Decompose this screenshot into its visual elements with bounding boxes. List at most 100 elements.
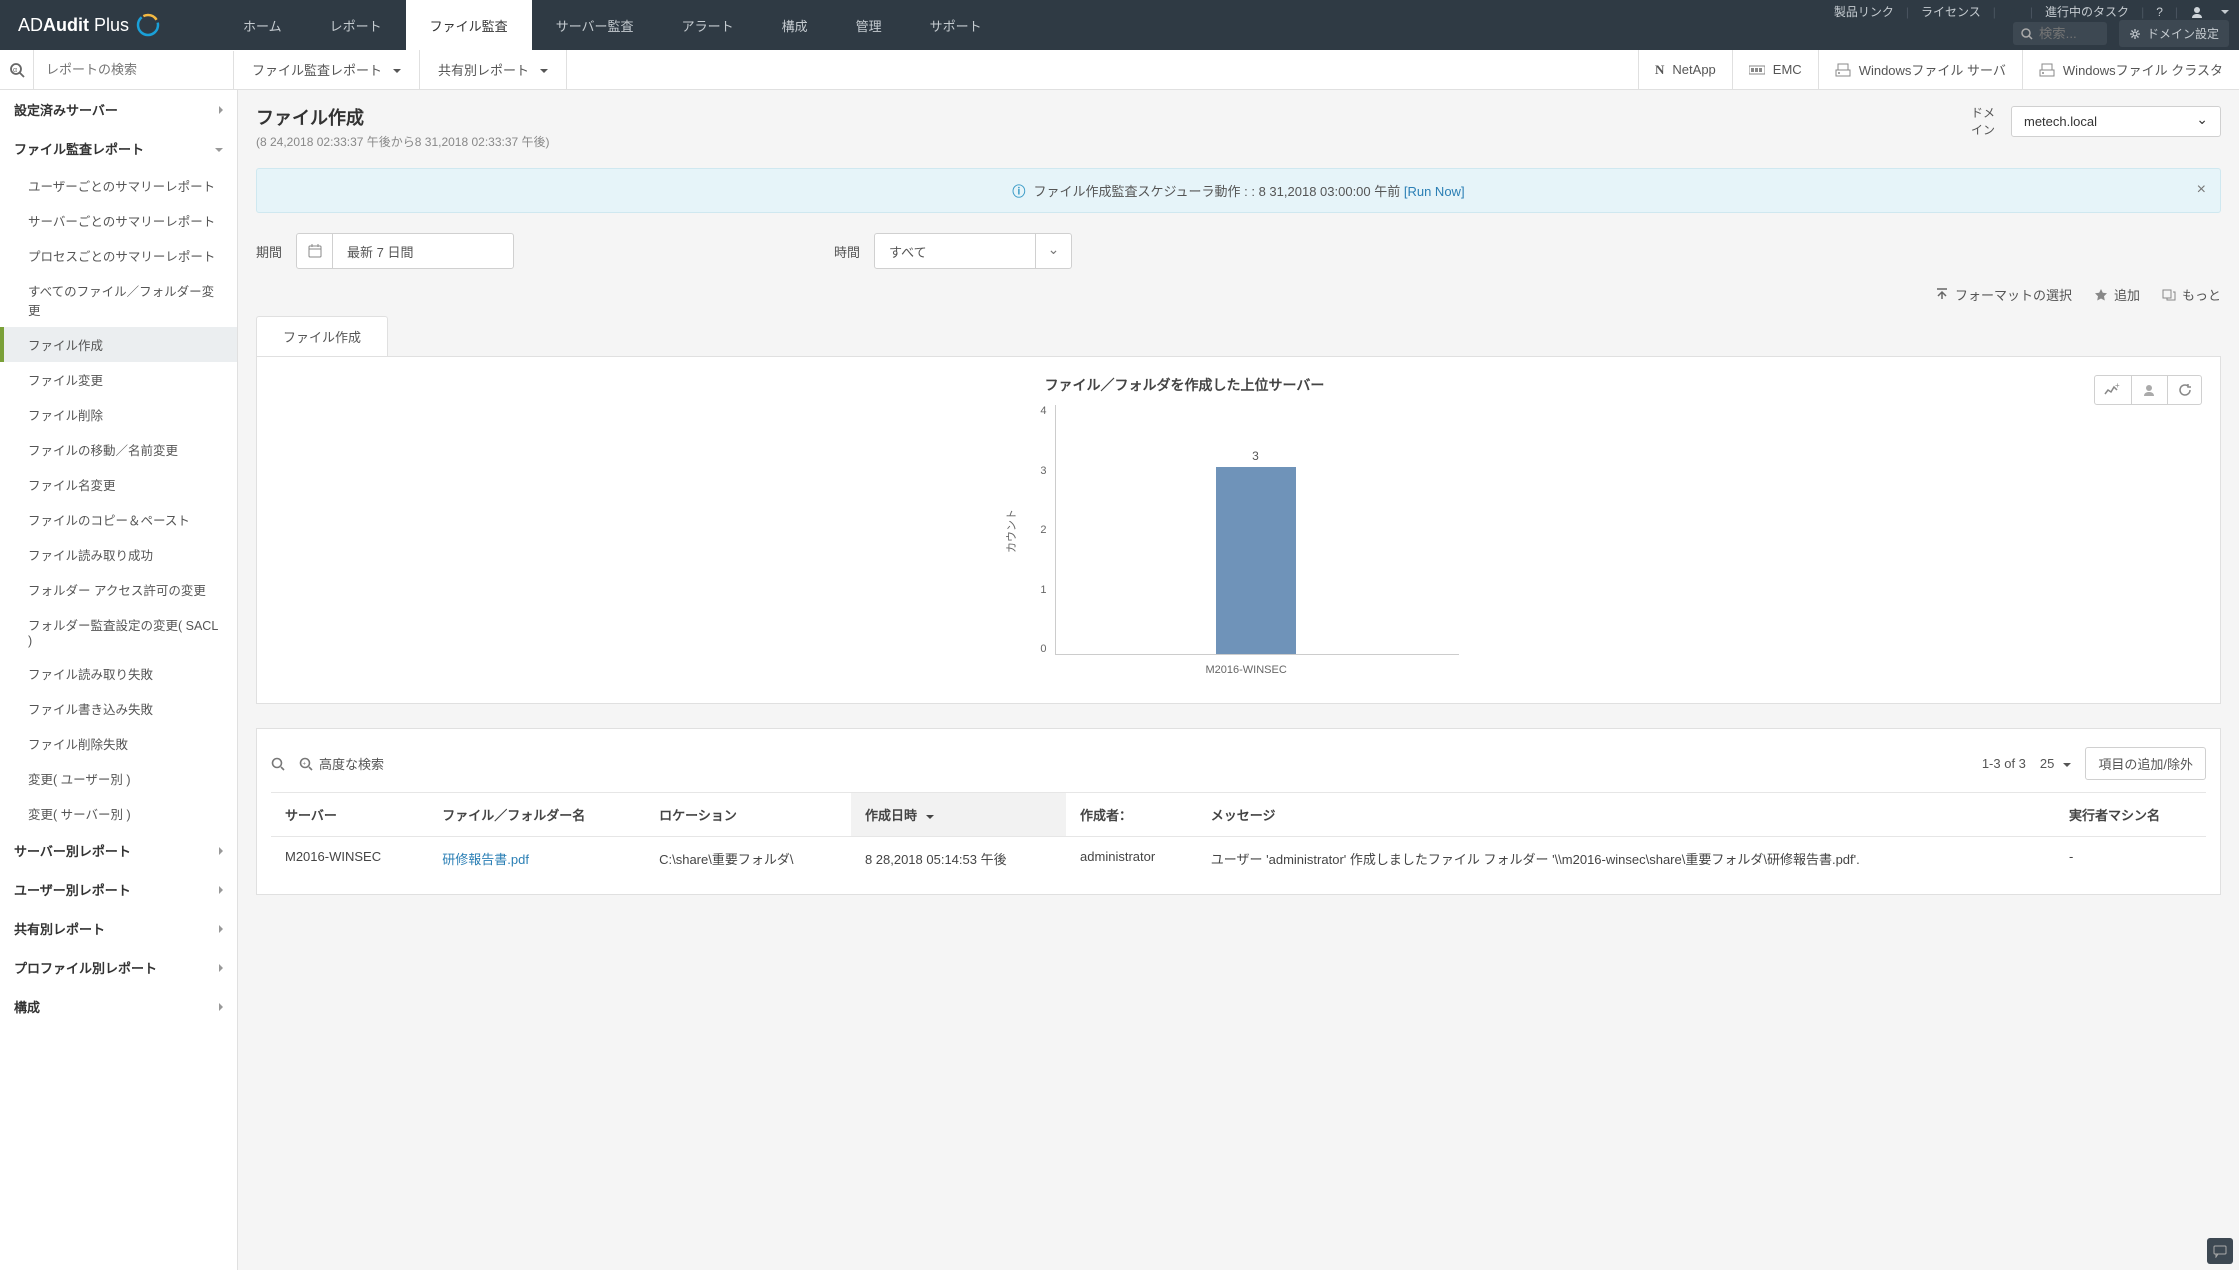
side-item-ファイル読み取り成功[interactable]: ファイル読み取り成功: [0, 537, 237, 572]
side-item-変更( ユーザー別 )[interactable]: 変更( ユーザー別 ): [0, 761, 237, 796]
caret-down-icon: [388, 62, 401, 77]
col-メッセージ[interactable]: メッセージ: [1197, 793, 2055, 837]
link-product[interactable]: 製品リンク: [1834, 3, 1894, 20]
link-license[interactable]: ライセンス: [1921, 3, 1981, 20]
row-range: 1-3 of 3: [1982, 756, 2026, 771]
caret-down-icon: [535, 62, 548, 77]
col-サーバー[interactable]: サーバー: [271, 793, 428, 837]
nav-ファイル監査[interactable]: ファイル監査: [406, 0, 532, 50]
col-実行者マシン名[interactable]: 実行者マシン名: [2055, 793, 2206, 837]
tab-ファイル作成[interactable]: ファイル作成: [256, 316, 388, 356]
footer-chat-icon[interactable]: [2207, 1238, 2233, 1264]
export-format-button[interactable]: フォーマットの選択: [1935, 285, 2072, 304]
content: ファイル作成 (8 24,2018 02:33:37 午後から8 31,2018…: [238, 90, 2239, 1270]
side-group-ユーザー別レポート[interactable]: ユーザー別レポート: [0, 870, 237, 909]
nav-レポート[interactable]: レポート: [306, 0, 406, 50]
notification-bell-icon[interactable]: [2008, 7, 2018, 17]
side-item-サーバーごとのサマリーレポート[interactable]: サーバーごとのサマリーレポート: [0, 203, 237, 238]
more-button[interactable]: もっと: [2162, 285, 2221, 304]
period-picker[interactable]: 最新 7 日間: [296, 233, 514, 269]
storage-EMC[interactable]: EMC: [1732, 50, 1818, 90]
side-item-変更( サーバー別 )[interactable]: 変更( サーバー別 ): [0, 796, 237, 831]
nav-アラート[interactable]: アラート: [658, 0, 758, 50]
side-item-ファイル名変更[interactable]: ファイル名変更: [0, 467, 237, 502]
chart-add-icon[interactable]: +: [2095, 376, 2129, 404]
nav-ホーム[interactable]: ホーム: [219, 0, 306, 50]
side-group-共有別レポート[interactable]: 共有別レポート: [0, 909, 237, 948]
run-now-link[interactable]: [Run Now]: [1404, 184, 1465, 199]
side-item-ファイル削除[interactable]: ファイル削除: [0, 397, 237, 432]
hour-dropdown[interactable]: すべて: [874, 233, 1072, 269]
col-ロケーション[interactable]: ロケーション: [645, 793, 851, 837]
page-title: ファイル作成: [256, 104, 550, 130]
chevron-right-icon: [219, 921, 223, 936]
side-item-ファイル変更[interactable]: ファイル変更: [0, 362, 237, 397]
nav-構成[interactable]: 構成: [758, 0, 832, 50]
side-item-ユーザーごとのサマリーレポート[interactable]: ユーザーごとのサマリーレポート: [0, 168, 237, 203]
col-作成者：[interactable]: 作成者：: [1066, 793, 1197, 837]
col-ファイル／フォルダー名[interactable]: ファイル／フォルダー名: [428, 793, 645, 837]
storage-icon: [1749, 64, 1765, 76]
chart-title: ファイル／フォルダを作成した上位サーバー: [275, 375, 2202, 395]
global-search[interactable]: [2013, 22, 2107, 45]
side-item-ファイル書き込み失敗[interactable]: ファイル書き込み失敗: [0, 691, 237, 726]
search-icon: [2021, 28, 2033, 40]
side-item-すべてのファイル／フォルダー変更[interactable]: すべてのファイル／フォルダー変更: [0, 273, 237, 327]
side-group-構成[interactable]: 構成: [0, 987, 237, 1026]
logo-swirl-icon: [135, 12, 161, 38]
export-format-label: フォーマットの選択: [1955, 285, 2072, 304]
report-search-icon[interactable]: α: [0, 50, 34, 90]
cell-time: 8 28,2018 05:14:53 午後: [851, 837, 1066, 881]
side-item-プロセスごとのサマリーレポート[interactable]: プロセスごとのサマリーレポート: [0, 238, 237, 273]
chevron-down-icon: [210, 141, 223, 156]
nav-サーバー監査[interactable]: サーバー監査: [532, 0, 658, 50]
user-avatar[interactable]: [2190, 5, 2204, 19]
domain-config-button[interactable]: ドメイン設定: [2119, 20, 2229, 47]
subnav-ファイル監査レポート[interactable]: ファイル監査レポート: [234, 50, 420, 90]
storage-Windowsファイル クラスタ[interactable]: Windowsファイル クラスタ: [2022, 50, 2239, 90]
period-value: 最新 7 日間: [333, 234, 513, 268]
main-nav: ホームレポートファイル監査サーバー監査アラート構成管理サポート: [219, 0, 1006, 50]
cell-location: C:\share\重要フォルダ\: [645, 837, 851, 881]
storage-NetApp[interactable]: NNetApp: [1638, 50, 1732, 90]
file-link[interactable]: 研修報告書.pdf: [442, 852, 529, 867]
columns-button[interactable]: 項目の追加/除外: [2085, 747, 2206, 780]
side-item-ファイルのコピー＆ペースト[interactable]: ファイルのコピー＆ペースト: [0, 502, 237, 537]
side-group-ファイル監査レポート[interactable]: ファイル監査レポート: [0, 129, 237, 168]
star-icon: [2094, 288, 2108, 302]
side-group-サーバー別レポート[interactable]: サーバー別レポート: [0, 831, 237, 870]
chart-user-icon[interactable]: [2131, 376, 2165, 404]
chevron-down-icon: [1035, 234, 1071, 268]
link-tasks[interactable]: 進行中のタスク: [2045, 3, 2129, 20]
side-item-ファイル作成[interactable]: ファイル作成: [0, 327, 237, 362]
close-icon[interactable]: ×: [2197, 181, 2206, 199]
side-item-ファイル読み取り失敗[interactable]: ファイル読み取り失敗: [0, 656, 237, 691]
domain-label: ドメイン: [1971, 104, 2001, 138]
nav-管理[interactable]: 管理: [832, 0, 906, 50]
col-作成日時[interactable]: 作成日時: [851, 793, 1066, 837]
side-item-フォルダー監査設定の変更( SACL )[interactable]: フォルダー監査設定の変更( SACL ): [0, 607, 237, 656]
chevron-right-icon: [219, 882, 223, 897]
nav-サポート[interactable]: サポート: [906, 0, 1006, 50]
page-size-dropdown[interactable]: 25: [2040, 756, 2071, 771]
global-search-input[interactable]: [2039, 26, 2099, 41]
table-search-icon[interactable]: [271, 757, 285, 771]
side-group-プロファイル別レポート[interactable]: プロファイル別レポート: [0, 948, 237, 987]
subnav-共有別レポート[interactable]: 共有別レポート: [420, 50, 567, 90]
bar-M2016-WINSEC[interactable]: [1216, 467, 1296, 655]
help-icon[interactable]: ?: [2156, 5, 2163, 19]
svg-text:α: α: [13, 67, 17, 74]
side-item-ファイルの移動／名前変更[interactable]: ファイルの移動／名前変更: [0, 432, 237, 467]
chart-refresh-icon[interactable]: [2167, 376, 2201, 404]
user-menu-caret-icon[interactable]: [2216, 5, 2229, 19]
side-item-フォルダー アクセス許可の変更[interactable]: フォルダー アクセス許可の変更: [0, 572, 237, 607]
side-group-設定済みサーバー[interactable]: 設定済みサーバー: [0, 90, 237, 129]
domain-dropdown[interactable]: metech.local: [2011, 106, 2221, 137]
advanced-search-button[interactable]: + 高度な検索: [299, 754, 384, 773]
side-item-ファイル削除失敗[interactable]: ファイル削除失敗: [0, 726, 237, 761]
add-favorite-button[interactable]: 追加: [2094, 285, 2140, 304]
logo[interactable]: ADAudit Plus: [0, 12, 179, 38]
storage-Windowsファイル サーバ[interactable]: Windowsファイル サーバ: [1818, 50, 2022, 90]
report-search-input[interactable]: [34, 51, 234, 89]
info-banner: ⓘ ファイル作成監査スケジューラ動作 : : 8 31,2018 03:00:0…: [256, 168, 2221, 213]
